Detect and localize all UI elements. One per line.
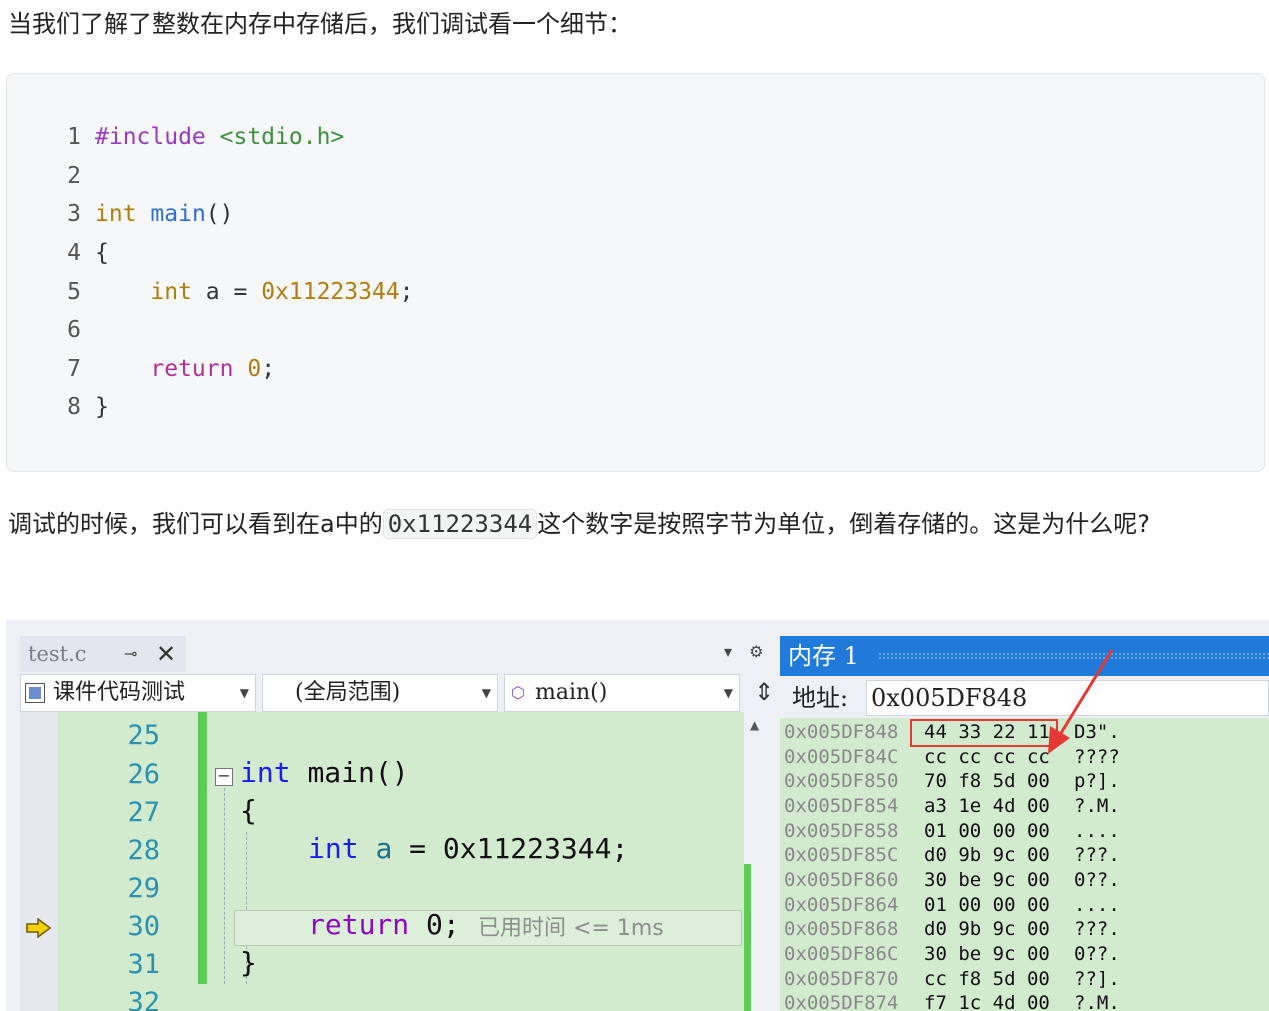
- line-number: 25: [127, 720, 160, 751]
- code-line-8: 8}: [67, 394, 109, 420]
- collapse-icon[interactable]: −: [215, 768, 233, 786]
- scroll-up-icon[interactable]: ▲: [750, 718, 759, 732]
- chevron-down-icon: ▼: [239, 686, 249, 700]
- intro-paragraph: 当我们了解了整数在内存中存储后，我们调试看一个细节：: [8, 10, 632, 38]
- memory-title-bar[interactable]: 内存 1: [780, 636, 1269, 676]
- code-block: 1 #include <stdio.h> 2 3 int main() 4{ 5 i…: [6, 73, 1265, 472]
- memory-row: 0x005DF854 a3 1e 4d 00 ?.M.: [784, 795, 1120, 817]
- scrollbar-thumb[interactable]: [744, 864, 751, 1011]
- annotation-arrow-icon: [1048, 649, 1114, 754]
- code-line-return: return 0;: [308, 908, 460, 941]
- code-line-5: 5 int a = 0x11223344;: [67, 279, 414, 305]
- code-line-6: 6: [67, 317, 81, 343]
- explanation-paragraph: 调试的时候，我们可以看到在a中的 0x11223344 这个数字是按照字节为单位，倒…: [8, 509, 1150, 539]
- line-number: 28: [127, 835, 160, 866]
- line-number: 26: [127, 759, 160, 790]
- code-line-3: 3 int main(): [67, 201, 234, 227]
- code-line-2: 2: [67, 163, 81, 189]
- memory-row: 0x005DF850 70 f8 5d 00 p?].: [784, 770, 1120, 792]
- line-number: 31: [127, 949, 160, 980]
- elapsed-time-hint: 已用时间 <= 1ms: [478, 916, 664, 941]
- address-label: 地址:: [792, 684, 849, 712]
- chevron-down-icon: ▼: [481, 686, 491, 700]
- scope-guide: [224, 788, 225, 984]
- code-line-4: 4{: [67, 240, 109, 266]
- change-indicator: [198, 712, 207, 984]
- function-dropdown[interactable]: ⬡ main() ▼: [504, 674, 740, 712]
- memory-window: 内存 1 地址: 0x005DF848 0x005DF848 44 33 22 1…: [780, 636, 1269, 1011]
- memory-row: 0x005DF870 cc f8 5d 00??].: [784, 968, 1120, 990]
- code-line-7: 7 return 0;: [67, 356, 276, 382]
- pin-icon[interactable]: ⊸: [124, 636, 137, 672]
- code-line-declaration: int a = 0x11223344;: [308, 832, 629, 865]
- editor-options: ▾ ⚙: [724, 642, 763, 661]
- code-editor[interactable]: 25 26 27 28 29 30 31 32 − int main() { i…: [20, 712, 758, 1011]
- navigation-bar: 课件代码测试 ▼ (全局范围) ▼ ⬡ main() ▼ ⇕: [20, 674, 780, 712]
- memory-row: 0x005DF874 f7 1c 4d 00 ?.M.: [784, 992, 1120, 1011]
- inline-code: 0x11223344: [382, 509, 538, 539]
- line-number: 32: [127, 987, 160, 1011]
- memory-row: 0x005DF860 30 be 9c 00 0??.: [784, 869, 1120, 891]
- glyph-margin: [20, 712, 58, 1011]
- chevron-down-icon: ▼: [723, 686, 733, 700]
- memory-row: 0x005DF86C 30 be 9c 00 0??.: [784, 943, 1120, 965]
- editor-scrollbar[interactable]: ▲: [744, 712, 768, 1011]
- memory-row: 0x005DF858 01 00 00 00....: [784, 820, 1120, 842]
- line-number: 30: [127, 911, 160, 942]
- ide-screenshot: test.c ⊸ ✕ ▾ ⚙ 课件代码测试 ▼ (全局范围) ▼ ⬡ main(…: [6, 620, 1269, 1011]
- current-statement-arrow-icon: [26, 918, 52, 938]
- gear-icon[interactable]: ⚙: [749, 642, 763, 661]
- line-number: 27: [127, 797, 160, 828]
- code-line-close-brace: }: [240, 946, 257, 979]
- memory-address-bar: 地址: 0x005DF848: [780, 680, 1269, 716]
- editor-tabbar: test.c ⊸ ✕: [20, 636, 768, 672]
- line-number: 29: [127, 873, 160, 904]
- dropdown-icon[interactable]: ▾: [724, 642, 732, 661]
- memory-row: 0x005DF848 44 33 22 11 D3".: [784, 721, 1120, 743]
- tab-test-c[interactable]: test.c ⊸ ✕: [20, 636, 186, 672]
- project-icon: [25, 683, 45, 703]
- code-line-1: 1 #include <stdio.h>: [67, 124, 345, 150]
- memory-grid[interactable]: 0x005DF848 44 33 22 11 D3". 0x005DF84C cc c…: [780, 718, 1269, 1011]
- memory-row: 0x005DF864 01 00 00 00....: [784, 894, 1120, 916]
- memory-row: 0x005DF85C d0 9b 9c 00???.: [784, 844, 1120, 866]
- code-line-main: int main(): [240, 756, 409, 789]
- project-dropdown[interactable]: 课件代码测试 ▼: [20, 674, 256, 712]
- split-editor-icon[interactable]: ⇕: [754, 678, 774, 706]
- memory-row: 0x005DF868 d0 9b 9c 00???.: [784, 918, 1120, 940]
- function-icon: ⬡: [511, 683, 525, 702]
- scope-dropdown[interactable]: (全局范围) ▼: [262, 674, 498, 712]
- close-icon[interactable]: ✕: [156, 636, 176, 672]
- memory-row: 0x005DF84C cc cc cc cc????: [784, 746, 1120, 768]
- code-line-open-brace: {: [240, 794, 257, 827]
